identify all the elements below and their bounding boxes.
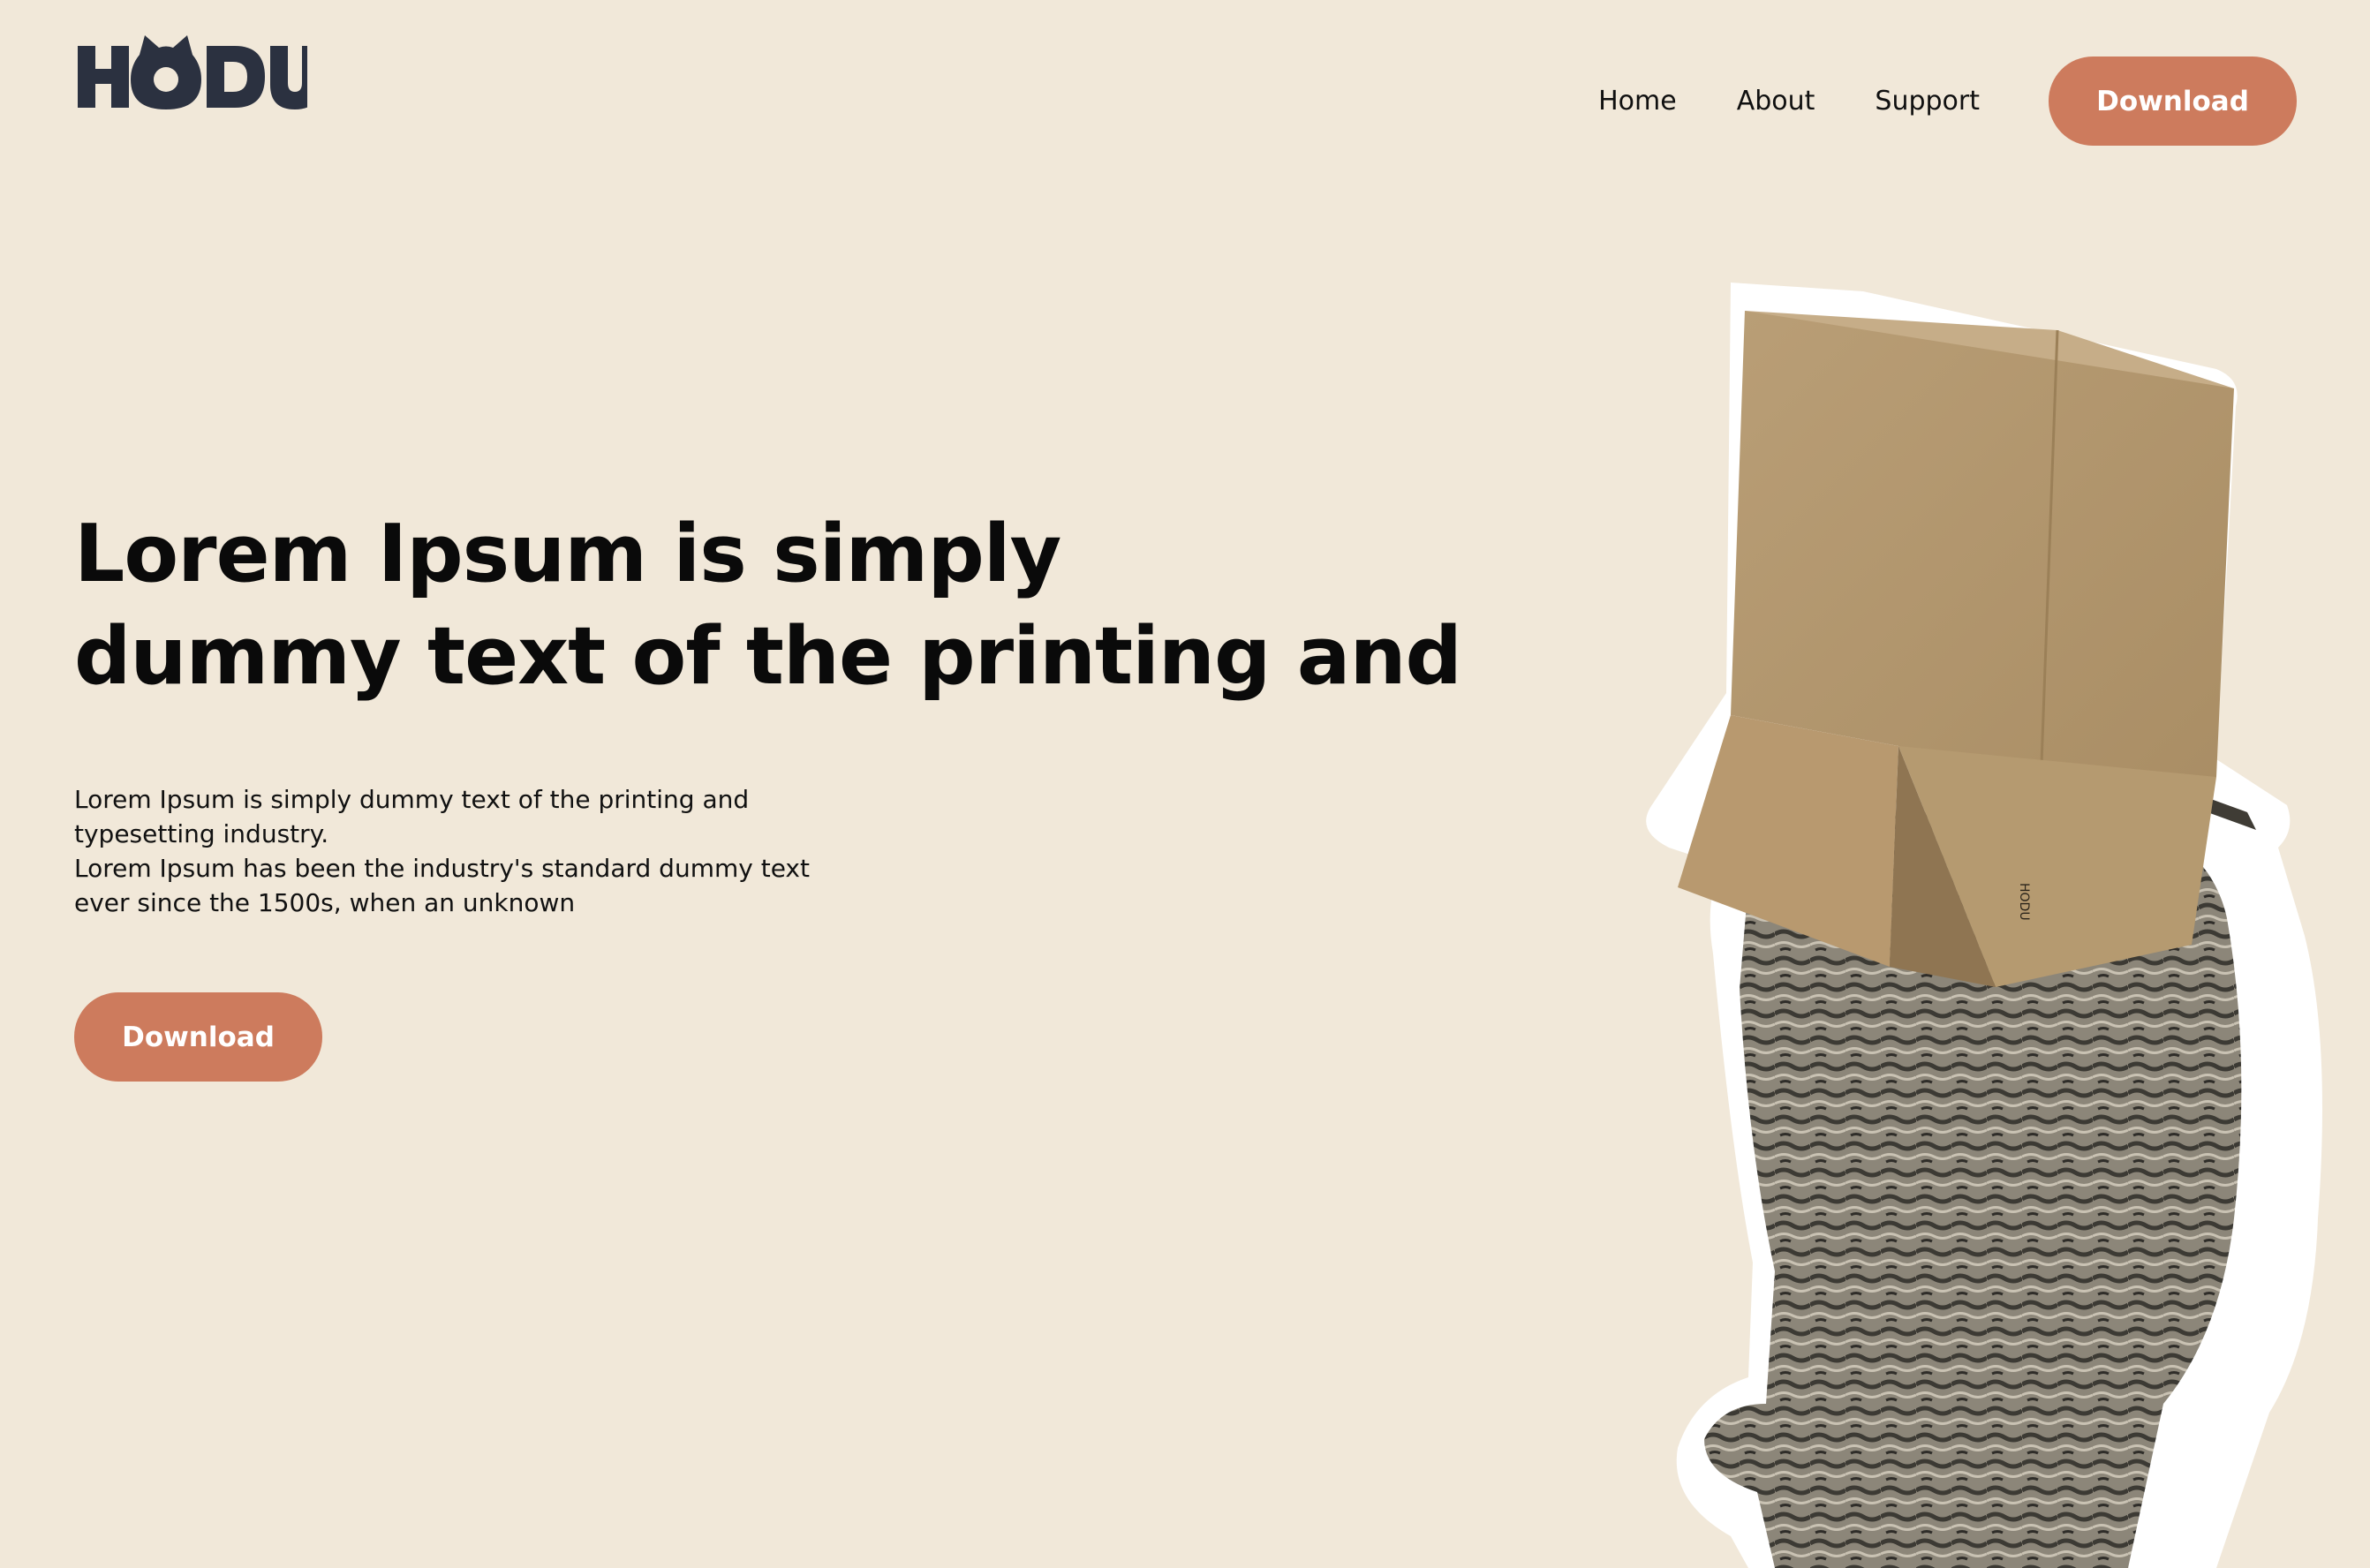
hero-title-line-2: dummy text of the printing and xyxy=(74,610,1462,703)
hero-title: Lorem Ipsum is simply dummy text of the … xyxy=(74,503,1462,708)
main-nav: Home About Support Download xyxy=(1598,57,2297,146)
hero-description-line-2: typesetting industry. xyxy=(74,819,329,848)
hero-title-line-1: Lorem Ipsum is simply xyxy=(74,508,1061,600)
cat-box-illustration: HODU xyxy=(1598,265,2370,1568)
hodu-logo[interactable] xyxy=(74,32,307,111)
landing-page: Home About Support Download Lorem Ipsum … xyxy=(0,0,2370,1568)
nav-home-link[interactable]: Home xyxy=(1598,87,1677,115)
box-print-text: HODU xyxy=(2017,883,2031,921)
nav-support-link[interactable]: Support xyxy=(1875,87,1980,115)
hero-description-line-1: Lorem Ipsum is simply dummy text of the … xyxy=(74,785,750,814)
site-header: Home About Support Download xyxy=(0,0,2370,185)
hero-description-line-4: ever since the 1500s, when an unknown xyxy=(74,888,576,917)
hero-download-button[interactable]: Download xyxy=(74,992,322,1082)
nav-about-link[interactable]: About xyxy=(1737,87,1815,115)
hero-description-line-3: Lorem Ipsum has been the industry's stan… xyxy=(74,854,810,883)
hero-description: Lorem Ipsum is simply dummy text of the … xyxy=(74,782,869,920)
cat-with-box-image: HODU xyxy=(1646,283,2322,1568)
hodu-logo-icon xyxy=(78,35,307,109)
header-download-button[interactable]: Download xyxy=(2049,57,2297,146)
